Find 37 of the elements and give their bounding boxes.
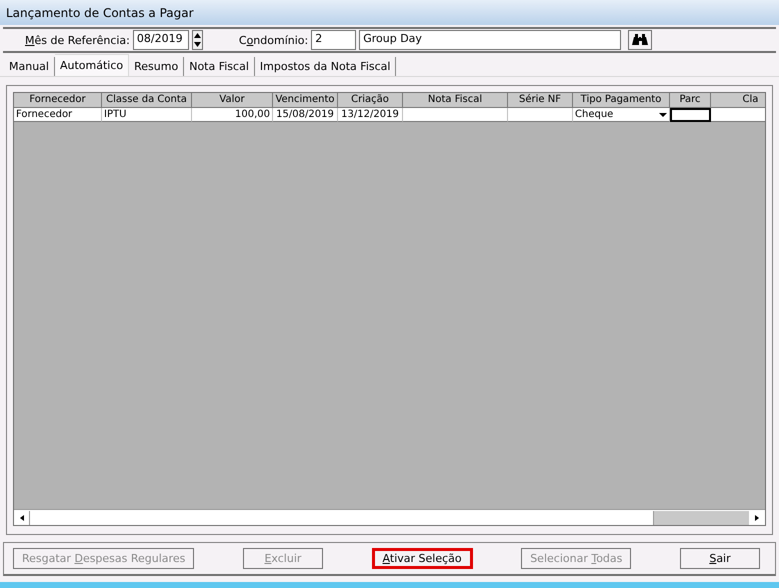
column-header[interactable]: Fornecedor xyxy=(14,93,102,108)
column-header[interactable]: Nota Fiscal xyxy=(403,93,508,108)
table-cell: Fornecedor xyxy=(14,108,102,122)
horizontal-scrollbar[interactable] xyxy=(14,509,765,525)
condo-code-field[interactable]: 2 xyxy=(311,30,356,50)
table-cell[interactable] xyxy=(670,108,711,122)
tab[interactable]: Resumo xyxy=(129,57,184,76)
table-cell: IPTU xyxy=(102,108,192,122)
table-cell xyxy=(508,108,573,122)
month-label: Mês de Referência: xyxy=(25,34,130,46)
action-button[interactable]: Ativar Seleção xyxy=(372,548,473,569)
action-button[interactable]: Sair xyxy=(680,548,760,569)
column-header[interactable]: Criação xyxy=(338,93,403,108)
scroll-thumb[interactable] xyxy=(653,510,749,524)
column-header[interactable]: Tipo Pagamento xyxy=(573,93,670,108)
dropdown-arrow-icon xyxy=(659,112,667,116)
column-header[interactable]: Série NF xyxy=(508,93,573,108)
condo-label: Condomínio: xyxy=(238,34,308,46)
column-header[interactable]: Valor xyxy=(192,93,273,108)
month-field[interactable]: 08/2019 xyxy=(132,30,189,50)
search-button[interactable] xyxy=(628,30,652,50)
dropdown-value: Cheque xyxy=(575,108,614,121)
binoculars-icon xyxy=(632,34,648,46)
table-cell: 100,00 xyxy=(192,108,273,122)
condo-name-field[interactable]: Group Day xyxy=(359,30,622,50)
dropdown-cell[interactable]: Cheque xyxy=(573,108,670,122)
tab[interactable]: Nota Fiscal xyxy=(184,57,255,76)
spin-icon[interactable] xyxy=(192,30,203,50)
table-cell: 13/12/2019 xyxy=(338,108,403,122)
window-title: Lançamento de Contas a Pagar xyxy=(0,0,779,25)
tab[interactable]: Impostos da Nota Fiscal xyxy=(254,57,396,76)
table-cell: 15/08/2019 xyxy=(273,108,338,122)
column-header[interactable]: Cla xyxy=(711,93,765,108)
tab[interactable]: Automático xyxy=(54,54,130,76)
column-header[interactable]: Classe da Conta xyxy=(102,93,192,108)
column-header[interactable]: Vencimento xyxy=(273,93,338,108)
column-header[interactable]: Parc xyxy=(670,93,711,108)
